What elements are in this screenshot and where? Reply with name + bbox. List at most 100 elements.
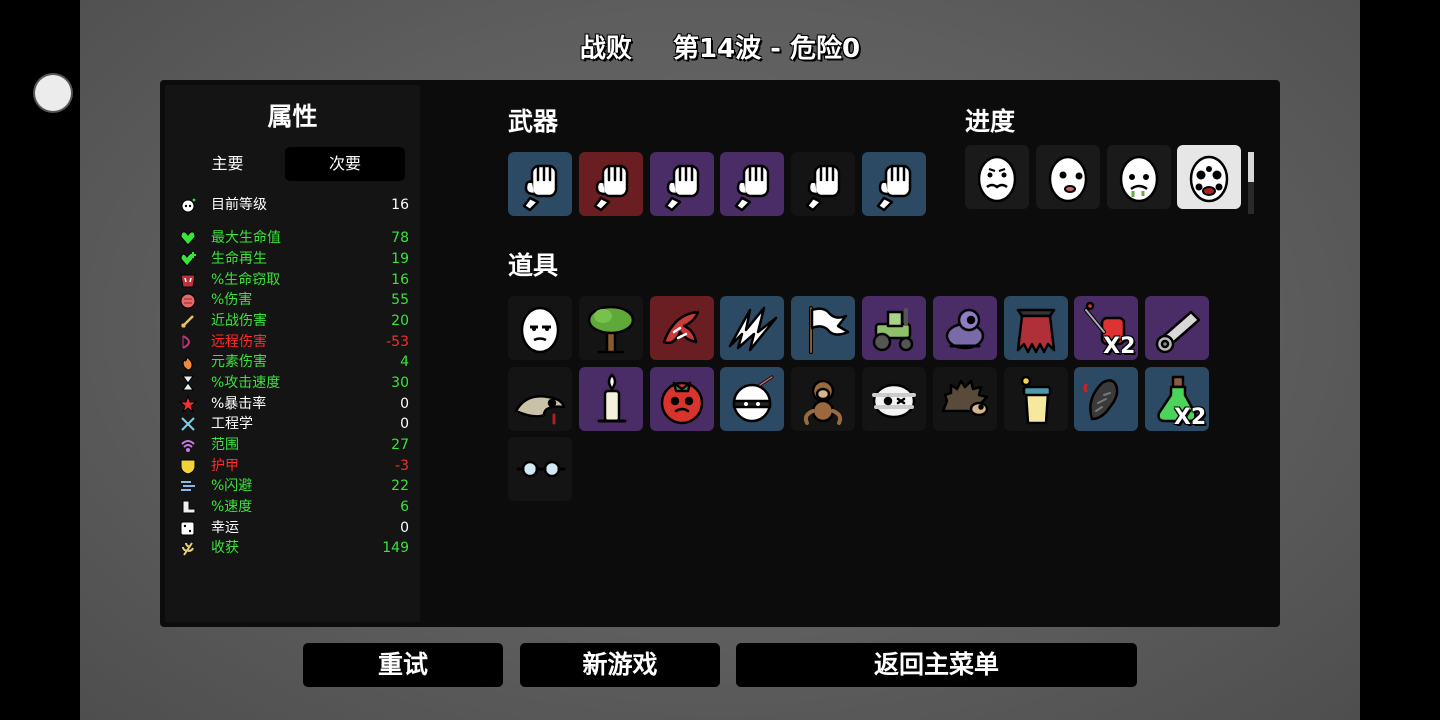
stat-row[interactable]: %生命窃取 16	[179, 270, 409, 290]
stat-label: 生命再生	[211, 251, 267, 267]
item-slot[interactable]	[862, 366, 926, 431]
tree-icon	[579, 296, 643, 360]
stat-label: %暴击率	[211, 396, 267, 412]
stat-row[interactable]: %伤害 55	[179, 290, 409, 310]
stat-row[interactable]: %闪避 22	[179, 476, 409, 496]
stat-value: -53	[386, 334, 409, 350]
fist-icon	[791, 152, 855, 216]
stat-row[interactable]: 远程伤害 -53	[179, 332, 409, 352]
sword-icon	[179, 312, 197, 330]
hourglass-icon	[179, 374, 197, 392]
claw-scratch-icon	[720, 296, 784, 360]
item-slot[interactable]	[1145, 296, 1210, 360]
stat-value: 0	[400, 396, 409, 412]
stat-label: %生命窃取	[211, 272, 281, 288]
stat-label: 远程伤害	[211, 334, 267, 350]
item-slot[interactable]	[1003, 366, 1068, 431]
stat-value: -3	[395, 458, 409, 474]
torn-cape-icon	[1004, 296, 1068, 360]
level-icon	[179, 196, 197, 214]
tab-secondary-stats[interactable]: 次要	[285, 147, 405, 181]
item-slot[interactable]	[578, 296, 643, 360]
new-game-button[interactable]: 新游戏	[520, 643, 720, 687]
fist-icon	[720, 152, 784, 216]
item-slot[interactable]	[932, 366, 997, 431]
item-slot[interactable]	[720, 366, 785, 431]
progress-slot[interactable]	[1177, 145, 1242, 209]
weapon-slot[interactable]	[649, 152, 714, 216]
item-slot[interactable]	[649, 366, 714, 431]
stat-row[interactable]: 工程学 0	[179, 414, 409, 434]
tab-primary-stats[interactable]: 主要	[185, 147, 270, 181]
stat-label: %闪避	[211, 478, 253, 494]
weapon-slot[interactable]	[578, 152, 643, 216]
stat-value: 20	[391, 313, 409, 329]
item-slot[interactable]	[1003, 296, 1068, 360]
stat-value: 55	[391, 292, 409, 308]
weapons-title: 武器	[508, 107, 559, 136]
dodge-icon	[179, 477, 197, 495]
weapon-slot[interactable]	[791, 152, 856, 216]
main-menu-button[interactable]: 返回主菜单	[736, 643, 1137, 687]
stat-row[interactable]: 收获 149	[179, 538, 409, 558]
item-slot[interactable]	[862, 296, 926, 360]
toy-robot-icon	[933, 296, 997, 360]
item-quantity: X2	[1103, 334, 1136, 359]
item-slot[interactable]	[791, 296, 856, 360]
boot-icon	[179, 498, 197, 516]
bandaged-face-icon	[862, 367, 926, 431]
stat-label: 范围	[211, 437, 239, 453]
wheat-icon	[179, 539, 197, 557]
stat-row[interactable]: 护甲 -3	[179, 456, 409, 476]
floating-assist-button[interactable]	[35, 75, 71, 111]
stat-value: 4	[400, 354, 409, 370]
candle-icon	[579, 367, 643, 431]
weapon-slot[interactable]	[862, 152, 926, 216]
range-icon	[179, 436, 197, 454]
stat-row[interactable]: 范围 27	[179, 435, 409, 455]
item-slot[interactable]	[791, 366, 856, 431]
weapon-slot[interactable]	[508, 152, 572, 216]
progress-slot[interactable]	[965, 145, 1029, 209]
result-label: 战败	[579, 34, 632, 64]
stat-row[interactable]: %暴击率 0	[178, 394, 409, 414]
item-slot[interactable]	[649, 296, 714, 360]
progress-scrollbar-thumb[interactable]	[1248, 152, 1254, 182]
item-slot[interactable]	[508, 366, 572, 431]
stat-row[interactable]: %攻击速度 30	[179, 373, 409, 393]
stat-value: 0	[400, 416, 409, 432]
stat-label: 幸运	[211, 520, 239, 536]
progress-slot[interactable]	[1035, 145, 1100, 209]
stat-label: 收获	[211, 540, 239, 556]
stat-label: 元素伤害	[211, 354, 267, 370]
progress-slot[interactable]	[1106, 145, 1171, 209]
stat-row[interactable]: 最大生命值 78	[179, 228, 409, 248]
item-slot[interactable]	[932, 296, 997, 360]
item-slot[interactable]	[508, 296, 572, 360]
stat-row[interactable]: %速度 6	[179, 497, 409, 517]
stat-value: 19	[391, 251, 409, 267]
tractor-icon	[862, 296, 926, 360]
heart-icon	[179, 229, 197, 247]
stat-value: 149	[382, 540, 409, 556]
item-slot[interactable]	[720, 296, 785, 360]
item-slot[interactable]: X2	[1145, 366, 1210, 431]
stat-row[interactable]: 生命再生 19	[179, 249, 409, 269]
weapon-slot[interactable]	[720, 152, 785, 216]
stat-row[interactable]: 幸运 0	[179, 518, 409, 538]
item-slot[interactable]	[1074, 366, 1139, 431]
tomato-icon	[650, 367, 714, 431]
retry-button[interactable]: 重试	[303, 643, 503, 687]
flame-icon	[179, 353, 197, 371]
item-slot[interactable]	[508, 437, 572, 501]
item-slot[interactable]: X2	[1074, 296, 1139, 360]
dice-icon	[179, 519, 197, 537]
lifesteal-icon	[179, 271, 197, 289]
stat-row[interactable]: 元素伤害 4	[179, 352, 409, 372]
item-slot[interactable]	[578, 366, 643, 431]
stat-row[interactable]: 目前等级 16	[179, 195, 409, 215]
stat-row[interactable]: 近战伤害 20	[179, 311, 409, 331]
stat-label: 目前等级	[211, 197, 267, 213]
progress-scrollbar[interactable]	[1248, 152, 1254, 214]
juice-cup-icon	[1004, 367, 1068, 431]
